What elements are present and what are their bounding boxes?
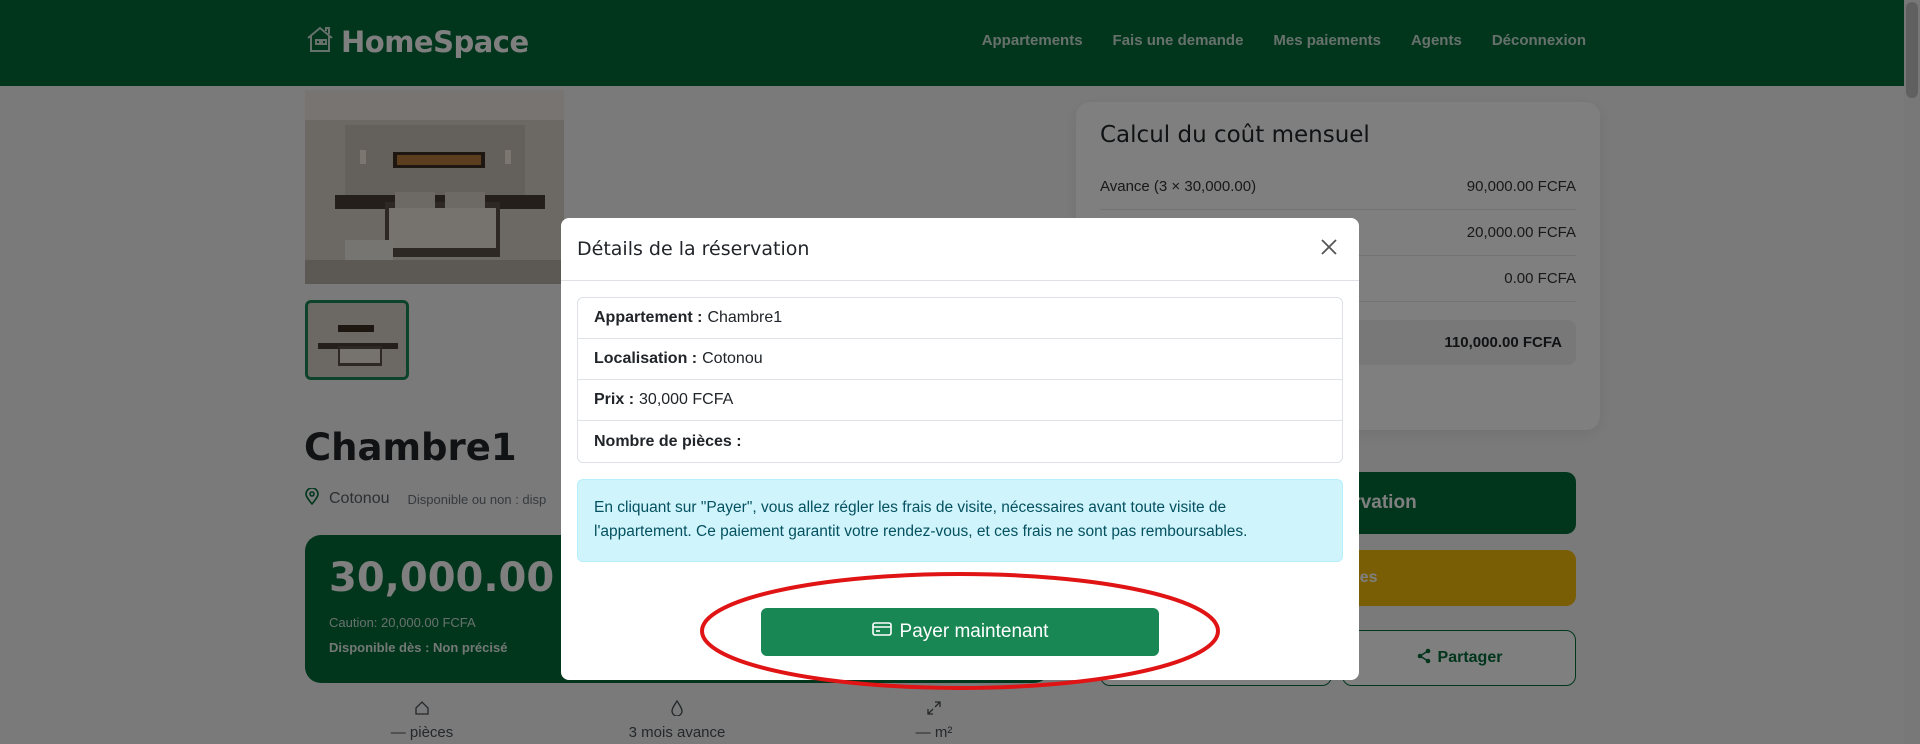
detail-label: Nombre de pièces : <box>594 432 742 450</box>
detail-value: 30,000 FCFA <box>639 391 734 408</box>
detail-label: Prix : <box>594 391 635 408</box>
pay-now-button[interactable]: Payer maintenant <box>761 608 1159 656</box>
modal-header: Détails de la réservation <box>561 218 1359 281</box>
close-button[interactable] <box>1315 235 1343 263</box>
credit-card-icon <box>871 621 892 643</box>
pay-now-label: Payer maintenant <box>899 621 1049 642</box>
list-item: Nombre de pièces : <box>578 421 1342 462</box>
close-icon <box>1320 238 1338 261</box>
list-item: Appartement : Chambre1 <box>578 298 1342 339</box>
list-item: Prix : 30,000 FCFA <box>578 380 1342 421</box>
modal-title: Détails de la réservation <box>577 238 810 260</box>
detail-label: Localisation : <box>594 350 698 367</box>
detail-label: Appartement : <box>594 309 703 326</box>
detail-value: Cotonou <box>702 350 763 367</box>
reservation-modal: Détails de la réservation Appartement : … <box>561 218 1359 680</box>
detail-value: Chambre1 <box>707 309 783 326</box>
modal-body: Appartement : Chambre1 Localisation : Co… <box>561 281 1359 578</box>
info-alert: En cliquant sur "Payer", vous allez régl… <box>577 479 1343 562</box>
list-item: Localisation : Cotonou <box>578 339 1342 380</box>
details-list: Appartement : Chambre1 Localisation : Co… <box>577 297 1343 463</box>
